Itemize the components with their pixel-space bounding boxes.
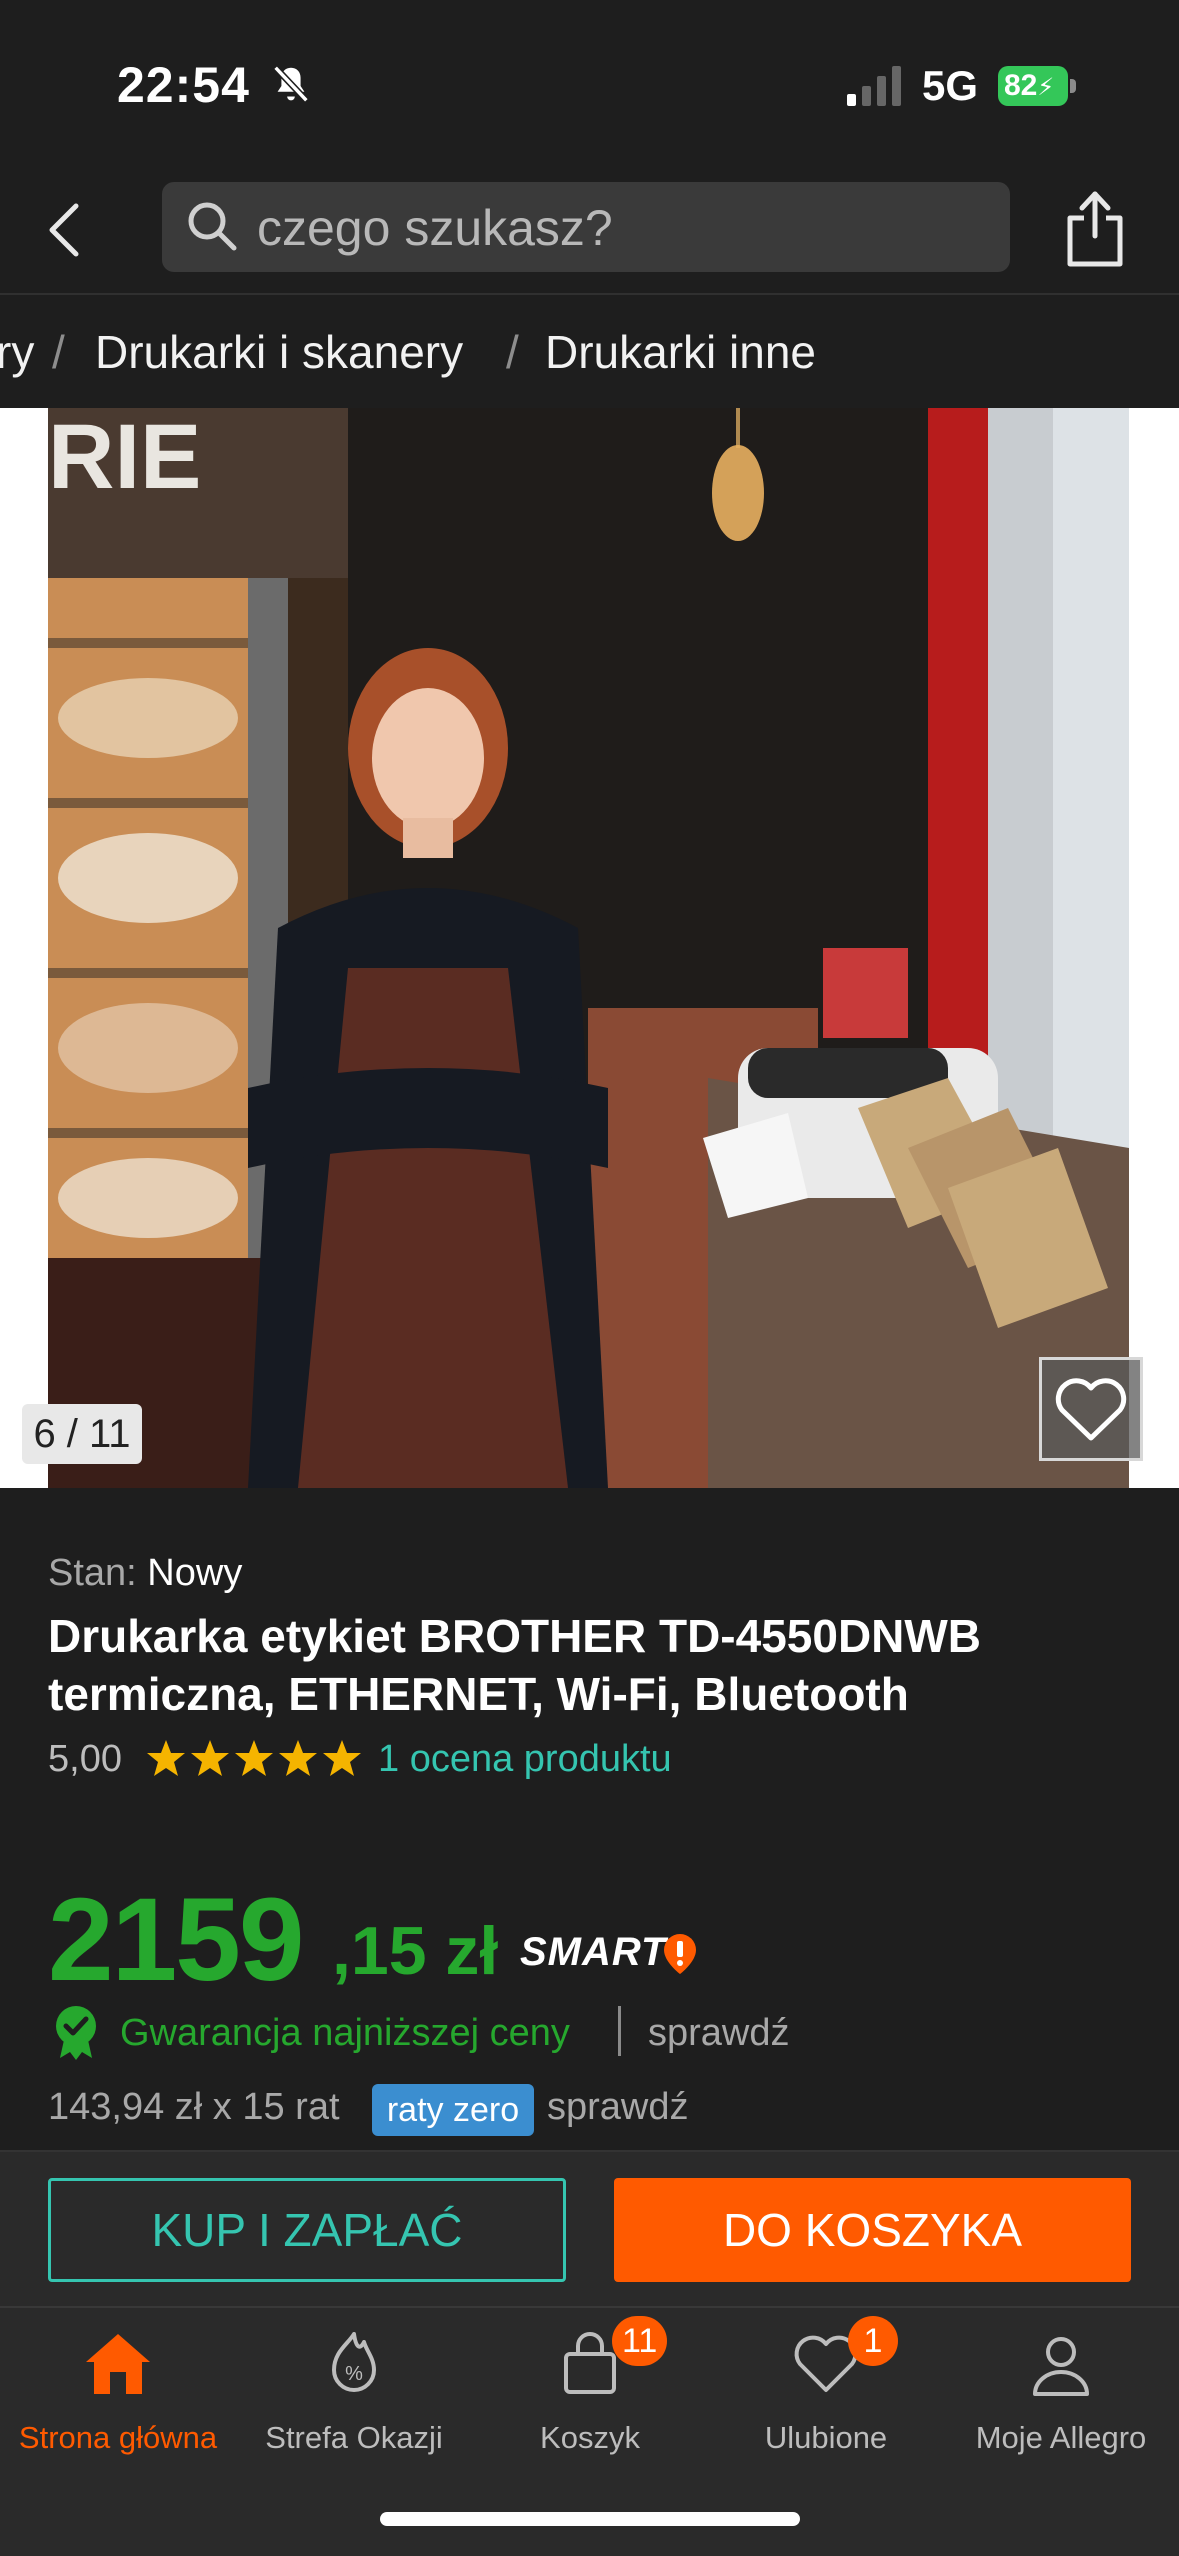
- guarantee-icon: [56, 2006, 96, 2060]
- rating-value: 5,00: [48, 1738, 122, 1780]
- add-to-cart-button[interactable]: DO KOSZYKA: [614, 2178, 1131, 2282]
- nav-label: Strefa Okazji: [265, 2420, 443, 2455]
- nav-label: Strona główna: [18, 2420, 218, 2455]
- home-indicator[interactable]: [380, 2512, 800, 2526]
- nav-deals[interactable]: % Strefa Okazji: [236, 2320, 472, 2460]
- star-icon: [147, 1740, 185, 1776]
- condition: Stan: Nowy: [48, 1552, 242, 1595]
- breadcrumb-item[interactable]: Drukarki inne: [545, 325, 816, 379]
- home-icon: [86, 2334, 150, 2394]
- breadcrumb-item[interactable]: ry: [0, 325, 34, 379]
- installments-text: 143,94 zł x 15 rat: [48, 2086, 340, 2128]
- cart-count-badge: 11: [612, 2316, 668, 2366]
- svg-text:RIE: RIE: [48, 408, 201, 508]
- installments-badge: raty zero: [372, 2084, 534, 2136]
- price-fraction: ,15 zł: [332, 1913, 499, 1989]
- image-favorite-button[interactable]: [1039, 1357, 1143, 1461]
- installments-check-link[interactable]: sprawdź: [547, 2086, 689, 2129]
- bell-muted-icon: [273, 65, 309, 103]
- star-icon: [191, 1740, 229, 1776]
- deals-icon: %: [332, 2332, 376, 2392]
- nav-home[interactable]: Strona główna: [0, 2320, 236, 2460]
- heart-outline-icon: [1055, 1378, 1127, 1441]
- lowest-price-guarantee[interactable]: Gwarancja najniższej ceny: [120, 2012, 570, 2055]
- nav-favorites[interactable]: 1 Ulubione: [708, 2316, 944, 2460]
- nav-label: Moje Allegro: [975, 2420, 1147, 2455]
- rating-link[interactable]: 1 ocena produktu: [378, 1738, 672, 1781]
- nav-label: Koszyk: [540, 2420, 640, 2455]
- network-type: 5G: [922, 62, 979, 109]
- gallery-counter: 6 / 11: [22, 1404, 142, 1464]
- price-integer: 2159: [48, 1874, 305, 2006]
- breadcrumb-separator: /: [506, 326, 519, 378]
- svg-text:%: %: [345, 2363, 363, 2385]
- user-icon: [1033, 2337, 1089, 2396]
- breadcrumb: ry / Drukarki i skanery / Drukarki inne: [0, 295, 1179, 408]
- nav-my-allegro[interactable]: Moje Allegro: [943, 2320, 1179, 2460]
- buy-now-button[interactable]: KUP I ZAPŁAĆ: [48, 2178, 566, 2282]
- breadcrumb-separator: /: [52, 326, 65, 378]
- product-image[interactable]: RIE: [48, 408, 1129, 1488]
- divider: [618, 2006, 621, 2056]
- status-time: 22:54: [117, 57, 250, 113]
- breadcrumb-item[interactable]: Drukarki i skanery: [95, 325, 463, 379]
- condition-label: Stan:: [48, 1552, 137, 1594]
- signal-icon: [847, 66, 901, 106]
- star-icon: [279, 1740, 317, 1776]
- battery-indicator: 82⚡: [998, 66, 1076, 106]
- share-icon[interactable]: [1060, 186, 1130, 272]
- battery-level: 82: [1004, 69, 1038, 102]
- search-icon: [188, 202, 237, 251]
- favorites-count-badge: 1: [848, 2316, 898, 2366]
- back-arrow-icon[interactable]: [40, 190, 96, 270]
- star-icon: [235, 1740, 273, 1776]
- rating-stars: [147, 1740, 361, 1776]
- search-input[interactable]: czego szukasz?: [257, 199, 613, 257]
- product-title: Drukarka etykiet BROTHER TD-4550DNWB ter…: [48, 1610, 982, 1720]
- condition-value: Nowy: [147, 1552, 243, 1594]
- nav-label: Ulubione: [764, 2420, 888, 2455]
- smart-badge-icon: [664, 1934, 696, 1974]
- smart-label: SMART: [520, 1930, 667, 1974]
- guarantee-check-link[interactable]: sprawdź: [648, 2012, 790, 2055]
- star-icon: [323, 1740, 361, 1776]
- nav-cart[interactable]: 11 Koszyk: [472, 2316, 708, 2460]
